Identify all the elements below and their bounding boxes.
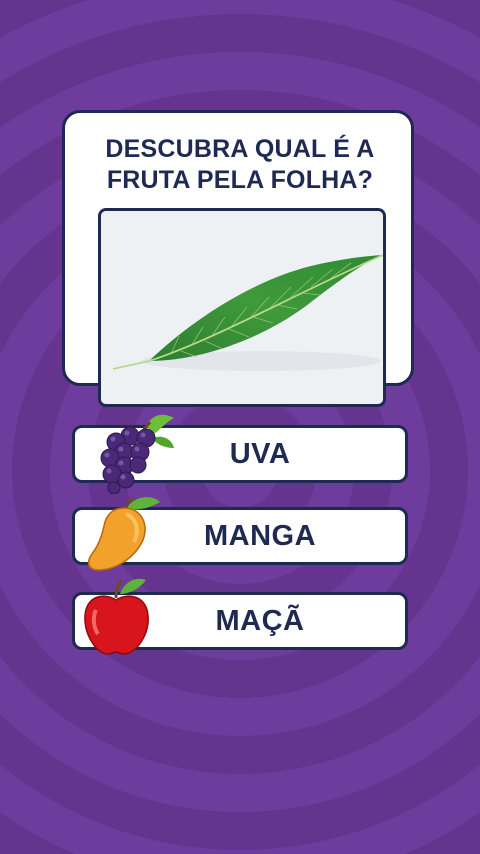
mango-icon [87, 496, 160, 571]
answer-label: MAÇÃ [215, 604, 305, 637]
question-text: DESCUBRA QUAL É A FRUTA PELA FOLHA? [105, 135, 375, 194]
mango-leaf-image [101, 211, 383, 404]
apple-icon [84, 578, 149, 655]
leaf-image [98, 208, 386, 407]
grapes-icon [100, 414, 174, 494]
